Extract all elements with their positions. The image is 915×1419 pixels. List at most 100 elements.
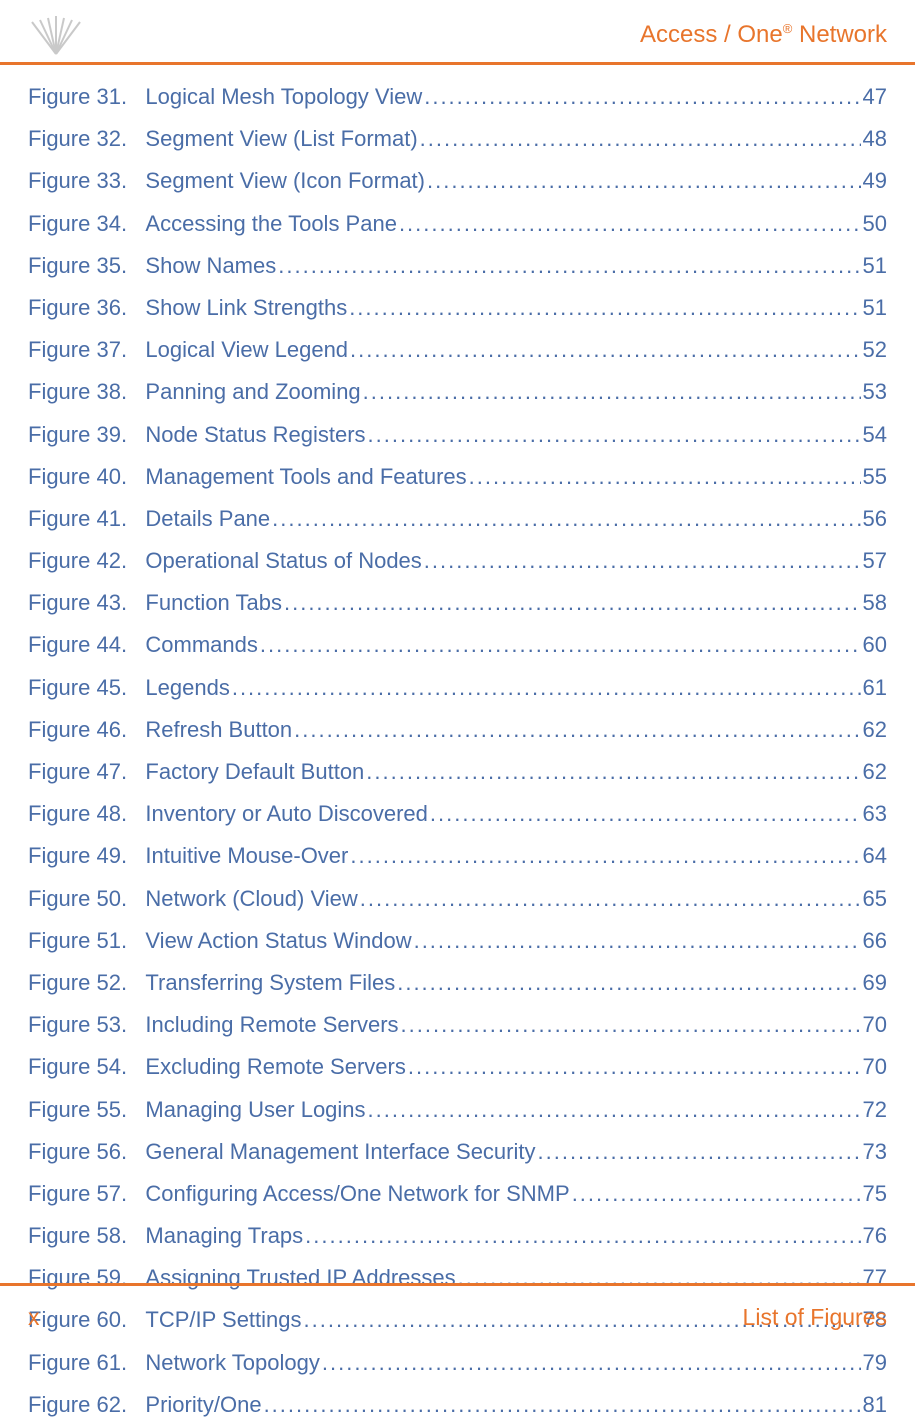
toc-entry[interactable]: Figure 43. Function Tabs58 (28, 589, 887, 618)
toc-entry-title: Segment View (List Format) (145, 125, 417, 154)
toc-entry-indent (127, 1053, 145, 1082)
toc-entry[interactable]: Figure 31. Logical Mesh Topology View47 (28, 83, 887, 112)
toc-entry-title: Excluding Remote Servers (145, 1053, 405, 1082)
toc-entry[interactable]: Figure 53. Including Remote Servers70 (28, 1011, 887, 1040)
toc-entry-indent (127, 167, 145, 196)
toc-entry[interactable]: Figure 54. Excluding Remote Servers70 (28, 1053, 887, 1082)
toc-entry-label: Figure 47. (28, 758, 127, 787)
toc-entry-leader (414, 927, 861, 956)
toc-entry-label: Figure 39. (28, 421, 127, 450)
page-header: Access / One® Network (0, 0, 915, 65)
toc-entry-page: 76 (863, 1222, 887, 1251)
toc-entry-leader (572, 1180, 861, 1209)
toc-entry[interactable]: Figure 56. General Management Interface … (28, 1138, 887, 1167)
toc-entry[interactable]: Figure 34. Accessing the Tools Pane50 (28, 210, 887, 239)
toc-entry-leader (469, 463, 861, 492)
toc-entry[interactable]: Figure 40. Management Tools and Features… (28, 463, 887, 492)
toc-entry-indent (127, 210, 145, 239)
toc-entry-leader (284, 589, 861, 618)
toc-entry[interactable]: Figure 45. Legends61 (28, 674, 887, 703)
footer-section-title: List of Figures (743, 1304, 887, 1331)
toc-entry-label: Figure 45. (28, 674, 127, 703)
toc-entry-title: Inventory or Auto Discovered (145, 800, 427, 829)
toc-entry-title: Including Remote Servers (145, 1011, 398, 1040)
toc-entry[interactable]: Figure 36. Show Link Strengths51 (28, 294, 887, 323)
toc-entry[interactable]: Figure 55. Managing User Logins72 (28, 1096, 887, 1125)
toc-entry-title: Network Topology (145, 1349, 319, 1378)
toc-entry[interactable]: Figure 39. Node Status Registers54 (28, 421, 887, 450)
toc-entry-page: 66 (863, 927, 887, 956)
toc-entry-page: 56 (863, 505, 887, 534)
toc-entry[interactable]: Figure 46. Refresh Button62 (28, 716, 887, 745)
toc-entry-indent (127, 716, 145, 745)
toc-entry-title: Priority/One (145, 1391, 261, 1419)
toc-entry-indent (127, 1222, 145, 1251)
toc-entry-leader (368, 421, 861, 450)
toc-entry-page: 65 (863, 885, 887, 914)
toc-entry[interactable]: Figure 51. View Action Status Window66 (28, 927, 887, 956)
toc-entry[interactable]: Figure 32. Segment View (List Format)48 (28, 125, 887, 154)
toc-entry-page: 69 (863, 969, 887, 998)
toc-entry[interactable]: Figure 41. Details Pane56 (28, 505, 887, 534)
toc-entry-indent (127, 842, 145, 871)
toc-entry-label: Figure 43. (28, 589, 127, 618)
toc-entry-title: General Management Interface Security (145, 1138, 535, 1167)
toc-entry-title: Transferring System Files (145, 969, 395, 998)
toc-entry-leader (408, 1053, 861, 1082)
toc-entry-label: Figure 51. (28, 927, 127, 956)
toc-entry-title: Network (Cloud) View (145, 885, 357, 914)
toc-entry-title: Logical View Legend (145, 336, 348, 365)
toc-entry[interactable]: Figure 44. Commands 60 (28, 631, 887, 660)
toc-entry[interactable]: Figure 52. Transferring System Files69 (28, 969, 887, 998)
toc-entry-page: 60 (863, 631, 887, 660)
toc-entry[interactable]: Figure 47. Factory Default Button62 (28, 758, 887, 787)
toc-entry-indent (127, 969, 145, 998)
toc-entry[interactable]: Figure 48. Inventory or Auto Discovered6… (28, 800, 887, 829)
toc-entry-label: Figure 49. (28, 842, 127, 871)
toc-entry-label: Figure 57. (28, 1180, 127, 1209)
toc-entry-title: Show Link Strengths (145, 294, 347, 323)
toc-entry[interactable]: Figure 58. Managing Traps76 (28, 1222, 887, 1251)
toc-entry[interactable]: Figure 37. Logical View Legend52 (28, 336, 887, 365)
toc-entry-page: 47 (863, 83, 887, 112)
toc-content: Figure 31. Logical Mesh Topology View47 F… (0, 65, 915, 1419)
toc-entry[interactable]: Figure 38. Panning and Zooming53 (28, 378, 887, 407)
toc-entry-leader (349, 294, 860, 323)
toc-entry-indent (127, 336, 145, 365)
toc-entry-page: 51 (863, 294, 887, 323)
toc-entry[interactable]: Figure 42. Operational Status of Nodes57 (28, 547, 887, 576)
toc-entry-title: Segment View (Icon Format) (145, 167, 425, 196)
toc-entry[interactable]: Figure 35. Show Names51 (28, 252, 887, 281)
toc-entry[interactable]: Figure 50. Network (Cloud) View65 (28, 885, 887, 914)
toc-entry-indent (127, 378, 145, 407)
toc-entry-indent (127, 463, 145, 492)
toc-entry-title: Commands (145, 631, 257, 660)
toc-entry-indent (127, 758, 145, 787)
toc-entry-label: Figure 40. (28, 463, 127, 492)
toc-entry-label: Figure 61. (28, 1349, 127, 1378)
toc-entry-label: Figure 34. (28, 210, 127, 239)
toc-entry-title: Panning and Zooming (145, 378, 360, 407)
toc-entry-indent (127, 1391, 145, 1419)
toc-entry-leader (538, 1138, 861, 1167)
toc-entry-indent (127, 125, 145, 154)
toc-entry-page: 64 (863, 842, 887, 871)
toc-entry-page: 58 (863, 589, 887, 618)
toc-entry-page: 48 (863, 125, 887, 154)
toc-entry-indent (127, 294, 145, 323)
toc-entry[interactable]: Figure 61. Network Topology 79 (28, 1349, 887, 1378)
toc-entry[interactable]: Figure 57. Configuring Access/One Networ… (28, 1180, 887, 1209)
toc-entry[interactable]: Figure 33. Segment View (Icon Format)49 (28, 167, 887, 196)
toc-entry-page: 57 (863, 547, 887, 576)
toc-entry[interactable]: Figure 49. Intuitive Mouse-Over64 (28, 842, 887, 871)
toc-entry-page: 53 (863, 378, 887, 407)
toc-entry-leader (401, 1011, 861, 1040)
toc-entry-page: 70 (863, 1011, 887, 1040)
toc-entry-indent (127, 1096, 145, 1125)
toc-entry-title: Show Names (145, 252, 276, 281)
toc-entry-leader (424, 547, 861, 576)
toc-entry-label: Figure 44. (28, 631, 127, 660)
toc-entry-leader (399, 210, 861, 239)
toc-entry-page: 79 (863, 1349, 887, 1378)
toc-entry[interactable]: Figure 62. Priority/One81 (28, 1391, 887, 1419)
